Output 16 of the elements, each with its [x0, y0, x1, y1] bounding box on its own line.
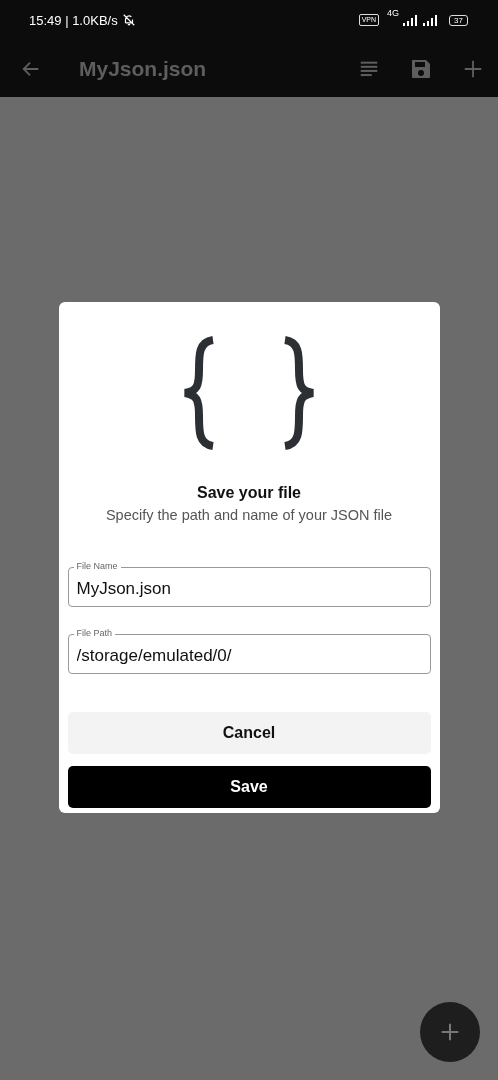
add-fab[interactable]: [420, 1002, 480, 1062]
cancel-button[interactable]: Cancel: [67, 712, 431, 754]
signal-icon: [403, 14, 420, 26]
plus-icon: [440, 1022, 460, 1042]
dialog-title: Save your file: [196, 484, 301, 502]
save-button[interactable]: Save: [67, 766, 431, 808]
dialog-subtitle: Specify the path and name of your JSON file: [105, 507, 393, 523]
bell-off-icon: [121, 13, 136, 27]
field-label: File Path: [73, 628, 116, 639]
battery-indicator: 37: [449, 14, 468, 26]
status-time: 15:49 | 1.0KB/s: [29, 12, 118, 28]
braces-icon: [181, 336, 317, 450]
signal-icon: [423, 14, 440, 26]
field-label: File Name: [73, 561, 121, 572]
network-type: 4G: [387, 8, 400, 18]
app-bar-title: MyJson.json: [79, 56, 208, 81]
